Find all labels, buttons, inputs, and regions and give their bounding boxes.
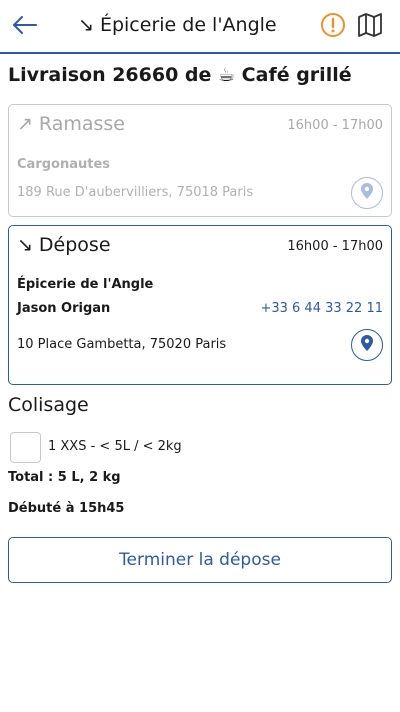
location-pin-icon — [360, 182, 374, 204]
dropoff-contact: Jason Origan — [17, 301, 111, 316]
page-title: ↘ Épicerie de l'Angle — [78, 14, 277, 36]
dropoff-card[interactable]: ↘ Dépose 16h00 - 17h00 Épicerie de l'Ang… — [8, 225, 392, 385]
package-checkbox[interactable] — [10, 432, 41, 463]
alert-button[interactable] — [318, 12, 348, 42]
pickup-location-button[interactable] — [351, 177, 383, 209]
pickup-card[interactable]: ↗ Ramasse 16h00 - 17h00 Cargonautes 189 … — [8, 104, 392, 217]
dropoff-header: ↘ Dépose — [17, 234, 111, 256]
dropoff-arrow-icon: ↘ — [17, 234, 33, 256]
arrow-left-icon — [12, 15, 38, 39]
dropoff-phone-link[interactable]: +33 6 44 33 22 11 — [260, 301, 383, 316]
location-pin-icon — [360, 334, 374, 356]
finish-dropoff-button[interactable]: Terminer la dépose — [8, 537, 392, 583]
top-bar: ↘ Épicerie de l'Angle — [0, 0, 400, 54]
package-label: 1 XXS - < 5L / < 2kg — [48, 439, 182, 454]
pickup-label: Ramasse — [38, 113, 125, 135]
packaging-total: Total : 5 L, 2 kg — [8, 470, 121, 485]
pickup-arrow-icon: ↗ — [17, 113, 33, 135]
back-button[interactable] — [8, 10, 42, 44]
alert-circle-icon — [320, 12, 346, 42]
dropoff-address: 10 Place Gambetta, 75020 Paris — [17, 337, 227, 352]
map-icon — [357, 13, 383, 41]
delivery-title: Livraison 26660 de ☕ Café grillé — [8, 64, 352, 86]
pickup-time: 16h00 - 17h00 — [287, 118, 383, 133]
dropoff-location-button[interactable] — [351, 329, 383, 361]
pickup-header: ↗ Ramasse — [17, 113, 125, 135]
packaging-title: Colisage — [8, 394, 89, 416]
pickup-organization: Cargonautes — [17, 157, 111, 172]
map-button[interactable] — [354, 12, 386, 42]
dropoff-time: 16h00 - 17h00 — [287, 239, 383, 254]
pickup-address: 189 Rue D'aubervilliers, 75018 Paris — [17, 185, 254, 200]
dropoff-organization: Épicerie de l'Angle — [17, 277, 154, 292]
started-time: Débuté à 15h45 — [8, 501, 125, 516]
dropoff-label: Dépose — [38, 234, 111, 256]
